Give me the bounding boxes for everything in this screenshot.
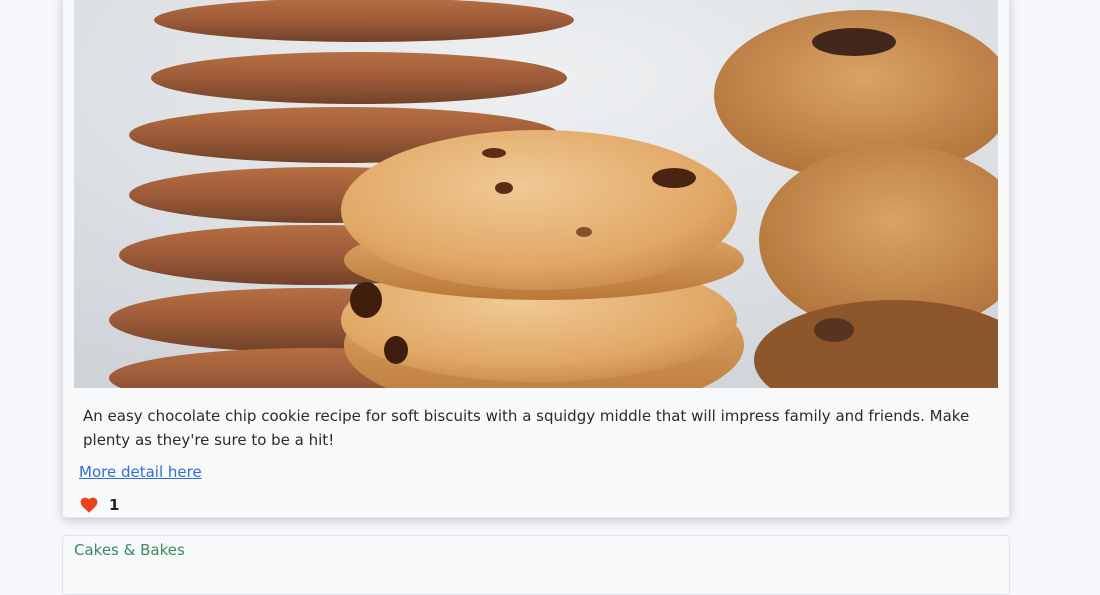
- more-detail-link[interactable]: More detail here: [79, 461, 202, 483]
- heart-icon[interactable]: [79, 496, 99, 514]
- next-recipe-card: Cakes & Bakes: [62, 535, 1010, 595]
- category-label: Cakes & Bakes: [74, 541, 185, 559]
- recipe-image: [74, 0, 998, 388]
- recipe-description: An easy chocolate chip cookie recipe for…: [83, 407, 970, 449]
- like-section: 1: [79, 495, 119, 515]
- recipe-card: An easy chocolate chip cookie recipe for…: [62, 0, 1010, 518]
- like-count: 1: [109, 496, 120, 514]
